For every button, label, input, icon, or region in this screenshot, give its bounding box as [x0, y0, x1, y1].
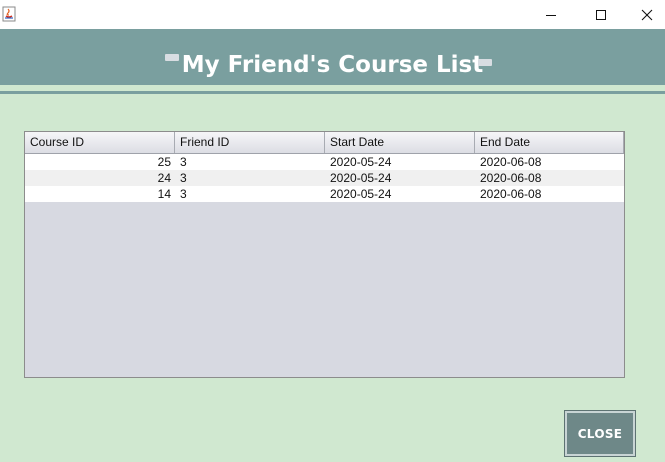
cell-start-date: 2020-05-24: [330, 187, 392, 201]
column-header-end-date[interactable]: End Date: [475, 132, 624, 153]
maximize-icon: [596, 9, 606, 20]
table-row[interactable]: 25 3 2020-05-24 2020-06-08: [25, 154, 624, 170]
page-title: My Friend's Course List: [181, 52, 484, 78]
decoration-dash-right: [478, 59, 492, 66]
column-header-friend-id[interactable]: Friend ID: [175, 132, 325, 153]
cell-course-id: 25: [157, 155, 171, 169]
close-button[interactable]: CLOSE: [565, 411, 635, 456]
content-panel: My Friend's Course List Course ID Friend…: [0, 29, 665, 462]
table-row[interactable]: 14 3 2020-05-24 2020-06-08: [25, 186, 624, 202]
close-window-button[interactable]: [624, 0, 665, 29]
cell-start-date: 2020-05-24: [330, 155, 392, 169]
cell-start-date: 2020-05-24: [330, 171, 392, 185]
cell-end-date: 2020-06-08: [480, 187, 542, 201]
cell-end-date: 2020-06-08: [480, 171, 542, 185]
cell-end-date: 2020-06-08: [480, 155, 542, 169]
header-banner: My Friend's Course List: [0, 29, 665, 85]
minimize-button[interactable]: [528, 0, 574, 29]
title-bar: [0, 0, 665, 29]
maximize-button[interactable]: [578, 0, 624, 29]
java-app-icon: [2, 6, 16, 22]
app-window: My Friend's Course List Course ID Friend…: [0, 0, 665, 462]
cell-friend-id: 3: [180, 155, 187, 169]
table-body: 25 3 2020-05-24 2020-06-08 24 3 2020-05-…: [25, 154, 624, 202]
table-row[interactable]: 24 3 2020-05-24 2020-06-08: [25, 170, 624, 186]
cell-course-id: 24: [157, 171, 171, 185]
course-table[interactable]: Course ID Friend ID Start Date End Date …: [24, 131, 625, 378]
column-header-start-date[interactable]: Start Date: [325, 132, 475, 153]
cell-friend-id: 3: [180, 171, 187, 185]
column-header-course-id[interactable]: Course ID: [25, 132, 175, 153]
cell-friend-id: 3: [180, 187, 187, 201]
cell-course-id: 14: [157, 187, 171, 201]
close-icon: [641, 9, 653, 20]
table-header: Course ID Friend ID Start Date End Date: [25, 132, 624, 154]
header-divider: [0, 91, 665, 94]
minimize-icon: [546, 14, 556, 16]
